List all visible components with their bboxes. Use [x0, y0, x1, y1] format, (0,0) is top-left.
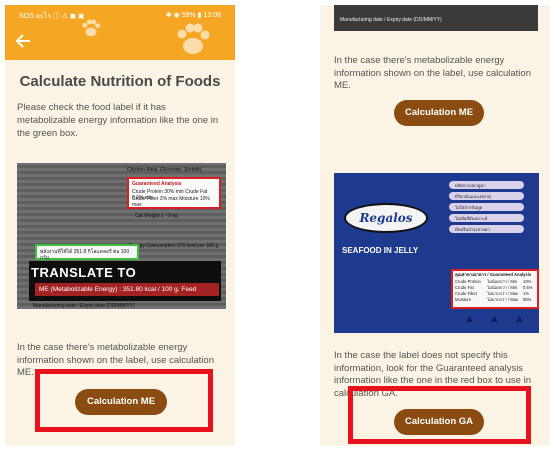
feature-chip: มีวิตามินและแร่ธาตุ — [449, 192, 524, 200]
paw-icon — [177, 23, 210, 54]
ga-row-name: Crude Fat — [455, 285, 474, 290]
ga-row-bound: ไม่น้อยกว่า / Min — [487, 285, 518, 290]
ga-line: Crude Fiber 3% max Moisture 10% max — [132, 196, 210, 208]
cat-food-pouch-photo: Regalos SEAFOOD IN JELLY ผลิตจากปลาทูน่า… — [334, 173, 539, 333]
right-phone-screen: Manufacturing date / Expiry date (DD/MM/… — [320, 5, 550, 446]
feature-chip: ผลิตจากปลาทูน่า — [449, 181, 524, 189]
label-footer-text: Manufacturing date / Expiry date (DD/MM/… — [33, 303, 135, 309]
ga-row-bound: ไม่น้อยกว่า / Min — [487, 279, 518, 284]
me-instruction-text: In the case there's metabolizable energy… — [334, 55, 531, 91]
ga-line: Guaranteed Analysis — [132, 181, 182, 187]
label-text: Chicken Meal, Glycerine, Sorbitol, — [127, 167, 203, 173]
green-box-text: พลังงานที่ใช้ได้ 351.8 กิโลแคลอรี ต่อ 10… — [40, 249, 130, 261]
metabolizable-energy-box: พลังงานที่ใช้ได้ 351.8 กิโลแคลอรี ต่อ 10… — [35, 244, 139, 261]
feature-chip-text: ผลิตจากปลาทูน่า — [455, 182, 486, 188]
cat-silhouette-icon: ▲ — [464, 313, 475, 325]
guaranteed-analysis-box: Guaranteed Analysis Crude Protein 30% mi… — [127, 177, 221, 209]
ga-row-value: 0.5% — [523, 285, 533, 290]
label-text: Energy Consumption 370 kcal per 100 g — [129, 243, 219, 249]
intro-text: Please check the food label if it has me… — [17, 102, 219, 139]
ga-title: คุณค่าทางอาหาร / Guaranteed Analysis — [455, 272, 532, 277]
cat-silhouette-icon: ▲ — [514, 313, 525, 325]
back-arrow-icon[interactable] — [13, 34, 33, 52]
status-bar-right: ✱ ◉ 59% ▮ 13:08 — [165, 12, 221, 19]
ga-row-value: 1% — [523, 291, 530, 296]
ga-row-name: Crude Fiber — [455, 291, 478, 296]
ga-row-bound: ไม่มากกว่า / Max — [487, 291, 519, 296]
feature-chip: มีทอรีนบำรุงสายตา — [449, 225, 524, 233]
cat-silhouette-icon: ▲ — [489, 313, 500, 325]
ga-row-value: 85% — [523, 297, 532, 302]
feature-chip: ไม่ใส่สารกันบูด — [449, 203, 524, 211]
strip-text: Manufacturing date / Expiry date (DD/MM/… — [340, 17, 442, 23]
ga-row-name: Moisture — [455, 297, 472, 302]
page-title: Calculate Nutrition of Foods — [19, 73, 221, 90]
brand-logo: Regalos — [344, 203, 428, 233]
label-text: Cat Weight 1 - 5 kg — [135, 213, 178, 219]
feature-chip-text: มีทอรีนบำรุงสายตา — [455, 226, 490, 232]
label-photo-strip: Manufacturing date / Expiry date (DD/MM/… — [334, 5, 538, 31]
highlight-box-ga — [348, 386, 531, 444]
paw-icon — [82, 19, 101, 37]
feature-chip-text: ไม่เจือสีสังเคราะห์ — [455, 215, 488, 221]
highlight-box-me — [35, 369, 213, 432]
ga-row-name: Crude Protein — [455, 279, 481, 284]
app-bar: SOS อะไร ⓘ ⚠ ◼ ▣ ✱ ◉ 59% ▮ 13:08 — [5, 5, 235, 60]
food-label-photo: Chicken Meal, Glycerine, Sorbitol, Guara… — [17, 163, 226, 309]
ga-row-value: 10% — [523, 279, 532, 284]
guaranteed-analysis-box: คุณค่าทางอาหาร / Guaranteed Analysis Cru… — [451, 269, 539, 309]
ga-row-bound: ไม่มากกว่า / Max — [487, 297, 519, 302]
translate-title: TRANSLATE TO — [31, 265, 137, 280]
feature-chip-text: ไม่ใส่สารกันบูด — [455, 204, 483, 210]
me-value-bar: ME (Metabolizable Energy) : 351.80 kcal … — [35, 283, 219, 296]
feature-chip-text: มีวิตามินและแร่ธาตุ — [455, 193, 491, 199]
status-bar-left: SOS อะไร ⓘ ⚠ ◼ ▣ — [19, 13, 85, 20]
product-name: SEAFOOD IN JELLY — [342, 246, 419, 255]
feature-chip: ไม่เจือสีสังเคราะห์ — [449, 214, 524, 222]
calculation-me-button[interactable]: Calculation ME — [394, 100, 484, 126]
